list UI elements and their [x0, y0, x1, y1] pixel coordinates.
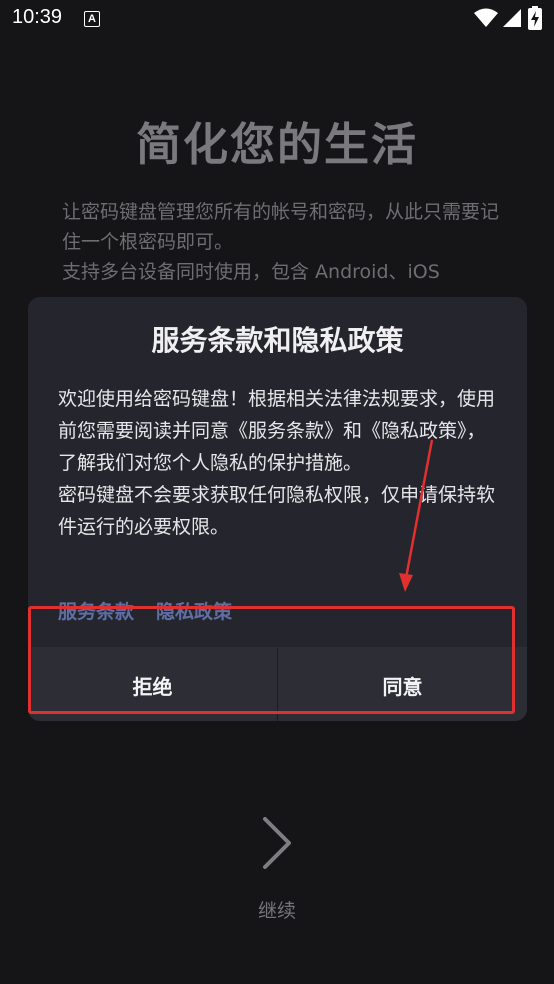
onboarding-description-line-1: 让密码键盘管理您所有的帐号和密码，从此只需要记住一个根密码即可。: [62, 201, 500, 253]
onboarding-description-line-2: 支持多台设备同时使用，包含 Android、iOS: [62, 261, 440, 283]
dialog-title: 服务条款和隐私政策: [151, 324, 404, 357]
annotation-highlight-box: [28, 606, 515, 714]
continue-label[interactable]: 继续: [0, 896, 554, 923]
dialog-body: 欢迎使用给密码键盘！根据相关法律法规要求，使用前您需要阅读并同意《服务条款》和《…: [58, 383, 500, 543]
status-bar: 10:39 A: [0, 0, 554, 38]
status-time: 10:39: [12, 6, 63, 28]
onboarding-title: 简化您的生活: [135, 118, 418, 171]
notification-a-icon: A: [84, 11, 100, 27]
cellular-signal-icon: [503, 9, 521, 27]
chevron-right-icon[interactable]: [260, 815, 294, 871]
wifi-icon: [474, 8, 498, 27]
dialog-paragraph-1: 欢迎使用给密码键盘！根据相关法律法规要求，使用前您需要阅读并同意《服务条款》和《…: [58, 388, 496, 474]
onboarding-description: 让密码键盘管理您所有的帐号和密码，从此只需要记住一个根密码即可。 支持多台设备同…: [62, 197, 502, 287]
dialog-paragraph-2: 密码键盘不会要求获取任何隐私权限，仅申请保持软件运行的必要权限。: [58, 484, 496, 538]
battery-charging-icon: [528, 6, 542, 30]
